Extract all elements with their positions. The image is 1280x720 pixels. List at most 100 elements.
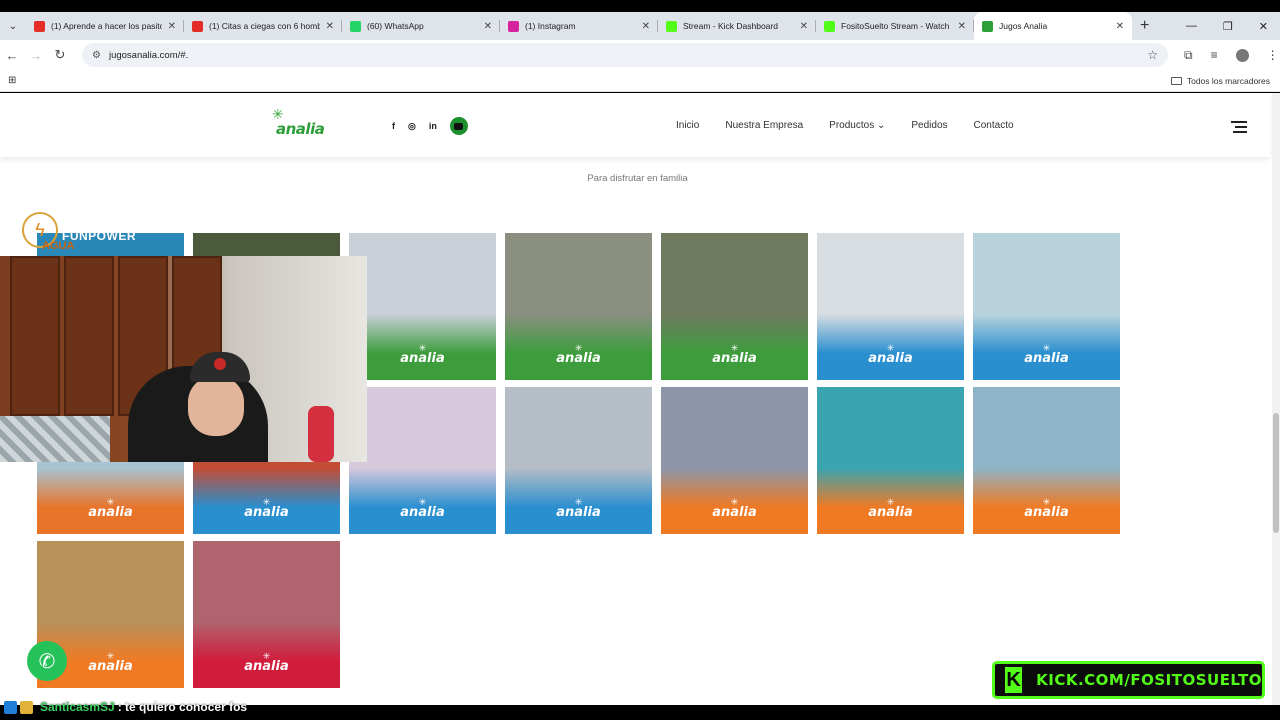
tab-title: (1) Aprende a hacer los pasitos xyxy=(51,21,162,31)
gallery-image[interactable]: analia xyxy=(505,387,652,534)
youtube-icon xyxy=(192,20,203,32)
nav-productos-label: Productos xyxy=(829,120,875,131)
gallery-image[interactable]: analia xyxy=(349,387,496,534)
browser-tab[interactable]: Stream - Kick Dashboard ✕ xyxy=(658,12,816,40)
tile-logo: analia xyxy=(349,498,496,520)
page-scrollbar[interactable] xyxy=(1272,93,1280,705)
tile-logo: analia xyxy=(193,652,340,674)
scrollbar-thumb[interactable] xyxy=(1273,413,1279,533)
browser-tab[interactable]: Jugos Analia ✕ xyxy=(974,12,1132,40)
tile-logo: analia xyxy=(37,498,184,520)
tile-logo: analia xyxy=(661,344,808,366)
tab-close-icon[interactable]: ✕ xyxy=(642,21,650,32)
wardrobe-door xyxy=(64,256,114,416)
tile-logo: analia xyxy=(661,498,808,520)
sofa xyxy=(0,416,110,462)
all-bookmarks-button[interactable]: Todos los marcadores xyxy=(1170,76,1280,86)
gallery-image[interactable]: analia xyxy=(505,233,652,380)
minimize-icon[interactable]: — xyxy=(1186,20,1197,33)
tab-close-icon[interactable]: ✕ xyxy=(1116,21,1124,32)
hamburger-menu-icon[interactable] xyxy=(1231,121,1247,136)
whatsapp-float-button[interactable]: ✆ xyxy=(27,641,67,681)
linkedin-icon[interactable]: in xyxy=(429,121,437,131)
tile-logo: analia xyxy=(973,344,1120,366)
tab-title: FositoSuelto Stream - Watch Live xyxy=(841,21,952,31)
window-controls: — ❐ ✕ xyxy=(1186,20,1280,33)
bookmarks-bar: ⊞ Todos los marcadores xyxy=(0,70,1280,92)
streamer-face xyxy=(188,376,244,436)
gallery-image[interactable]: analia xyxy=(817,387,964,534)
instagram-icon xyxy=(508,20,519,32)
tab-close-icon[interactable]: ✕ xyxy=(168,21,176,32)
gallery-image[interactable]: analia xyxy=(973,233,1120,380)
browser-tab[interactable]: (60) WhatsApp ✕ xyxy=(342,12,500,40)
kick-channel-banner: K KICK.COM/FOSITOSUELTO xyxy=(992,661,1265,699)
tile-logo: analia xyxy=(505,498,652,520)
kick-icon xyxy=(824,20,835,32)
sponsor-logo: ϟ FUNPOWER AGUA xyxy=(22,212,172,256)
kick-logo-icon: K xyxy=(1005,667,1023,693)
nav-contacto[interactable]: Contacto xyxy=(974,120,1014,131)
gallery-image[interactable]: analia xyxy=(349,233,496,380)
youtube-icon[interactable] xyxy=(449,117,468,135)
folder-icon xyxy=(1170,76,1182,85)
gallery-image[interactable]: analia xyxy=(661,387,808,534)
wardrobe-door xyxy=(10,256,60,416)
close-window-icon[interactable]: ✕ xyxy=(1259,20,1268,33)
chat-badge-icon xyxy=(4,700,17,714)
gallery-image[interactable]: analia xyxy=(973,387,1120,534)
microphone xyxy=(308,406,334,462)
chat-ticker: SanticasmSJ : te quiero conocer fos xyxy=(4,698,247,716)
bookmark-star-icon[interactable]: ☆ xyxy=(1147,48,1158,62)
tab-title: (60) WhatsApp xyxy=(367,21,424,31)
kick-icon xyxy=(666,20,677,32)
whatsapp-icon xyxy=(350,20,361,32)
youtube-icon xyxy=(34,20,45,32)
tile-logo: analia xyxy=(505,344,652,366)
tab-search-chevron-icon[interactable]: ⌄ xyxy=(0,12,26,40)
extensions-icon[interactable]: ⧉ xyxy=(1184,48,1193,63)
whatsapp-icon: ✆ xyxy=(38,650,56,673)
chat-username: SanticasmSJ xyxy=(40,700,115,714)
new-tab-plus-icon[interactable]: + xyxy=(1140,17,1149,35)
reload-icon[interactable]: ↻ xyxy=(48,47,72,63)
nav-nuestra-empresa[interactable]: Nuestra Empresa xyxy=(725,120,803,131)
logo-text: analia xyxy=(276,120,325,138)
restore-icon[interactable]: ❐ xyxy=(1223,20,1233,33)
tab-title: (1) Citas a ciegas con 6 hombres xyxy=(209,21,320,31)
tab-title: (1) Instagram xyxy=(525,21,576,31)
nav-pedidos[interactable]: Pedidos xyxy=(911,120,947,131)
chevron-down-icon: ⌄ xyxy=(876,120,886,131)
tile-logo: analia xyxy=(817,344,964,366)
back-arrow-icon[interactable]: ← xyxy=(0,48,24,63)
site-logo[interactable]: ✳ analia xyxy=(272,106,328,146)
tab-close-icon[interactable]: ✕ xyxy=(958,21,966,32)
tab-list: (1) Aprende a hacer los pasitos ✕ (1) Cita… xyxy=(26,12,1132,40)
more-menu-icon[interactable]: ⋮ xyxy=(1267,48,1279,62)
profile-avatar[interactable] xyxy=(1235,48,1249,62)
gallery-image[interactable]: analia xyxy=(817,233,964,380)
forward-arrow-icon[interactable]: → xyxy=(24,48,48,63)
tile-logo: analia xyxy=(973,498,1120,520)
media-control-icon[interactable]: ≡ xyxy=(1211,48,1218,62)
facebook-icon[interactable]: f xyxy=(392,121,395,131)
sponsor-agua: AGUA xyxy=(42,240,75,252)
gallery-image[interactable]: analia xyxy=(193,541,340,688)
tab-close-icon[interactable]: ✕ xyxy=(326,21,334,32)
nav-inicio[interactable]: Inicio xyxy=(676,120,699,131)
nav-productos[interactable]: Productos ⌄ xyxy=(829,120,885,131)
tab-close-icon[interactable]: ✕ xyxy=(800,21,808,32)
browser-tab[interactable]: (1) Citas a ciegas con 6 hombres ✕ xyxy=(184,12,342,40)
browser-tab[interactable]: (1) Aprende a hacer los pasitos ✕ xyxy=(26,12,184,40)
address-bar[interactable]: ⚙ jugosanalia.com/#. ☆ xyxy=(82,43,1168,67)
instagram-icon[interactable]: ◎ xyxy=(408,121,416,132)
browser-tab[interactable]: (1) Instagram ✕ xyxy=(500,12,658,40)
tile-logo: analia xyxy=(817,498,964,520)
tab-close-icon[interactable]: ✕ xyxy=(484,21,492,32)
gallery-image[interactable]: analia xyxy=(661,233,808,380)
site-settings-icon[interactable]: ⚙ xyxy=(92,50,101,61)
tile-logo: analia xyxy=(349,344,496,366)
browser-tab[interactable]: FositoSuelto Stream - Watch Live ✕ xyxy=(816,12,974,40)
browser-toolbar: ← → ↻ ⚙ jugosanalia.com/#. ☆ ⧉ ≡ ⋮ xyxy=(0,40,1280,70)
apps-grid-icon[interactable]: ⊞ xyxy=(8,75,16,86)
